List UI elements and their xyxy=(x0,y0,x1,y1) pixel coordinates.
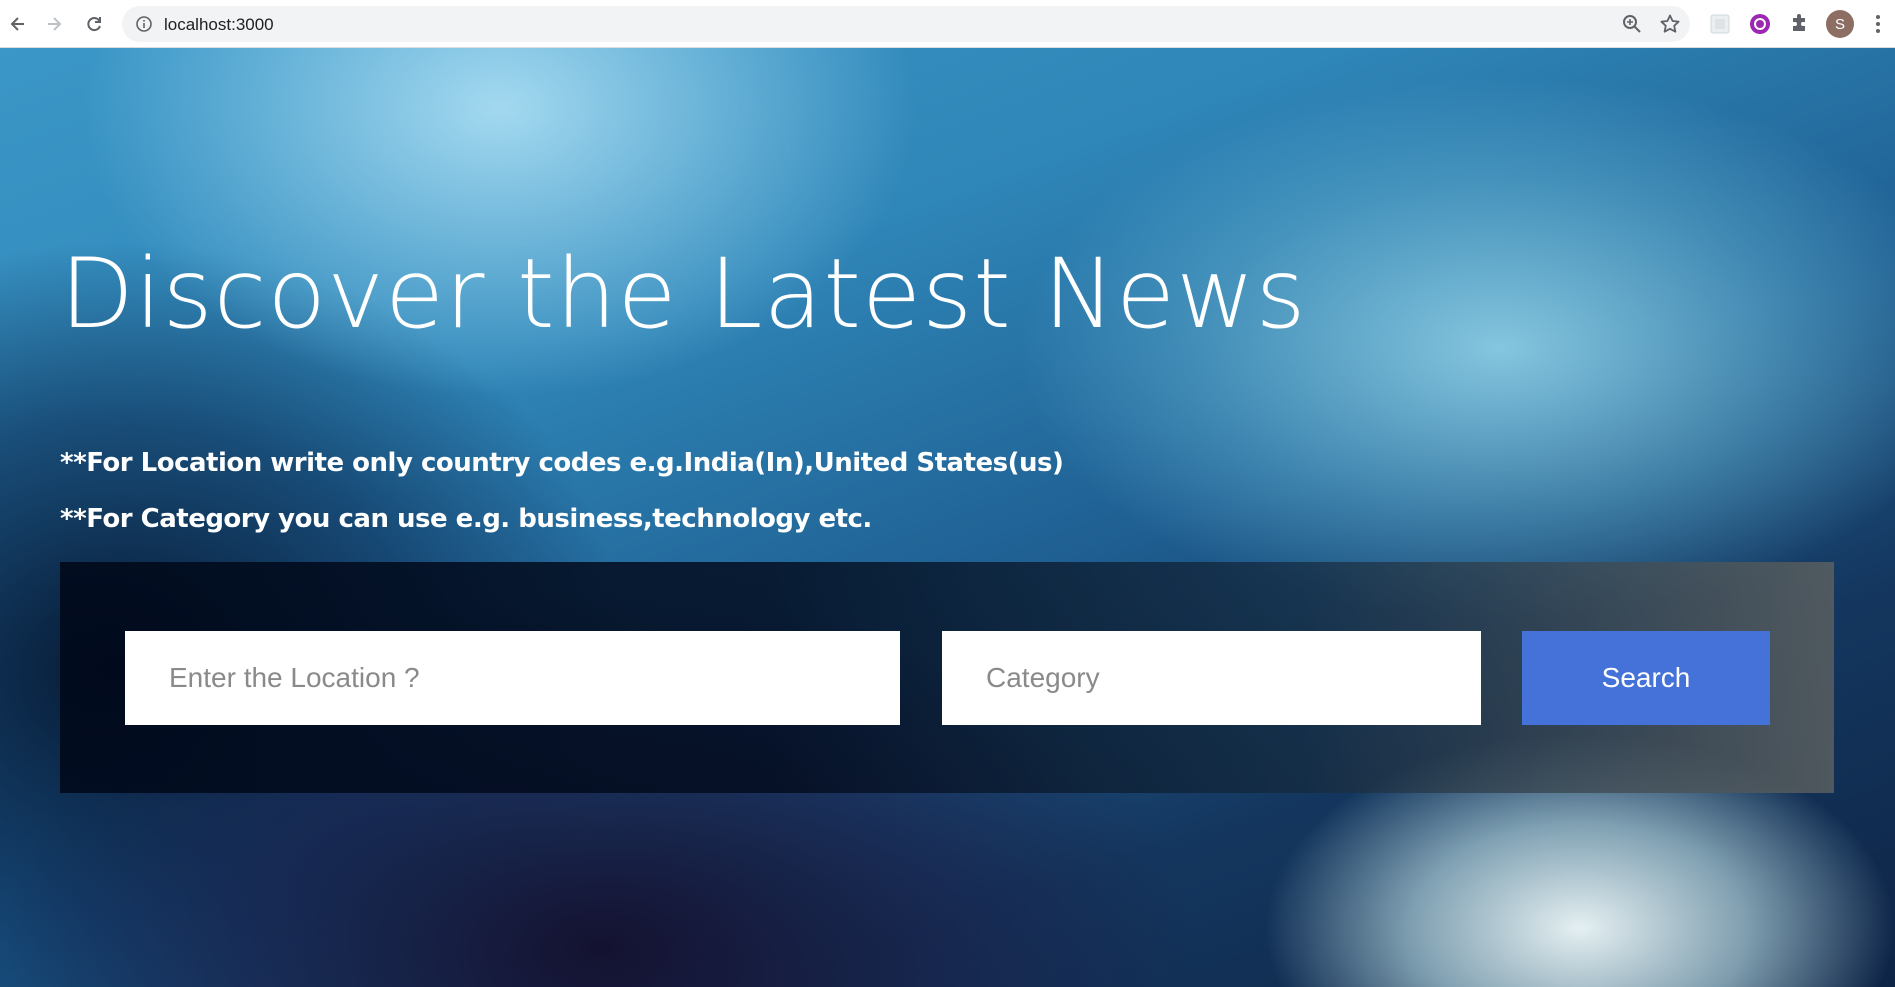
search-form: Search xyxy=(60,562,1834,793)
category-hint: **For Category you can use e.g. business… xyxy=(60,504,872,534)
kebab-menu-icon[interactable] xyxy=(1866,12,1890,36)
url-text[interactable]: localhost:3000 xyxy=(164,15,274,35)
info-icon[interactable] xyxy=(134,14,154,34)
star-icon[interactable] xyxy=(1658,12,1682,36)
location-input[interactable] xyxy=(125,631,900,725)
location-hint: **For Location write only country codes … xyxy=(60,448,1064,478)
search-button[interactable]: Search xyxy=(1522,631,1770,725)
category-input[interactable] xyxy=(942,631,1481,725)
back-arrow-icon[interactable] xyxy=(2,8,34,40)
extension-purple-icon[interactable] xyxy=(1748,12,1772,36)
reload-icon[interactable] xyxy=(78,8,110,40)
page-hero: Discover the Latest News **For Location … xyxy=(0,48,1895,987)
zoom-icon[interactable] xyxy=(1620,12,1644,36)
puzzle-icon[interactable] xyxy=(1788,12,1812,36)
avatar[interactable]: S xyxy=(1826,10,1854,38)
page-title: Discover the Latest News xyxy=(60,238,1307,350)
forward-arrow-icon[interactable] xyxy=(38,8,70,40)
address-bar[interactable]: localhost:3000 xyxy=(122,6,1690,42)
extension-square-icon[interactable] xyxy=(1708,12,1732,36)
browser-toolbar: localhost:3000 S xyxy=(0,0,1895,48)
